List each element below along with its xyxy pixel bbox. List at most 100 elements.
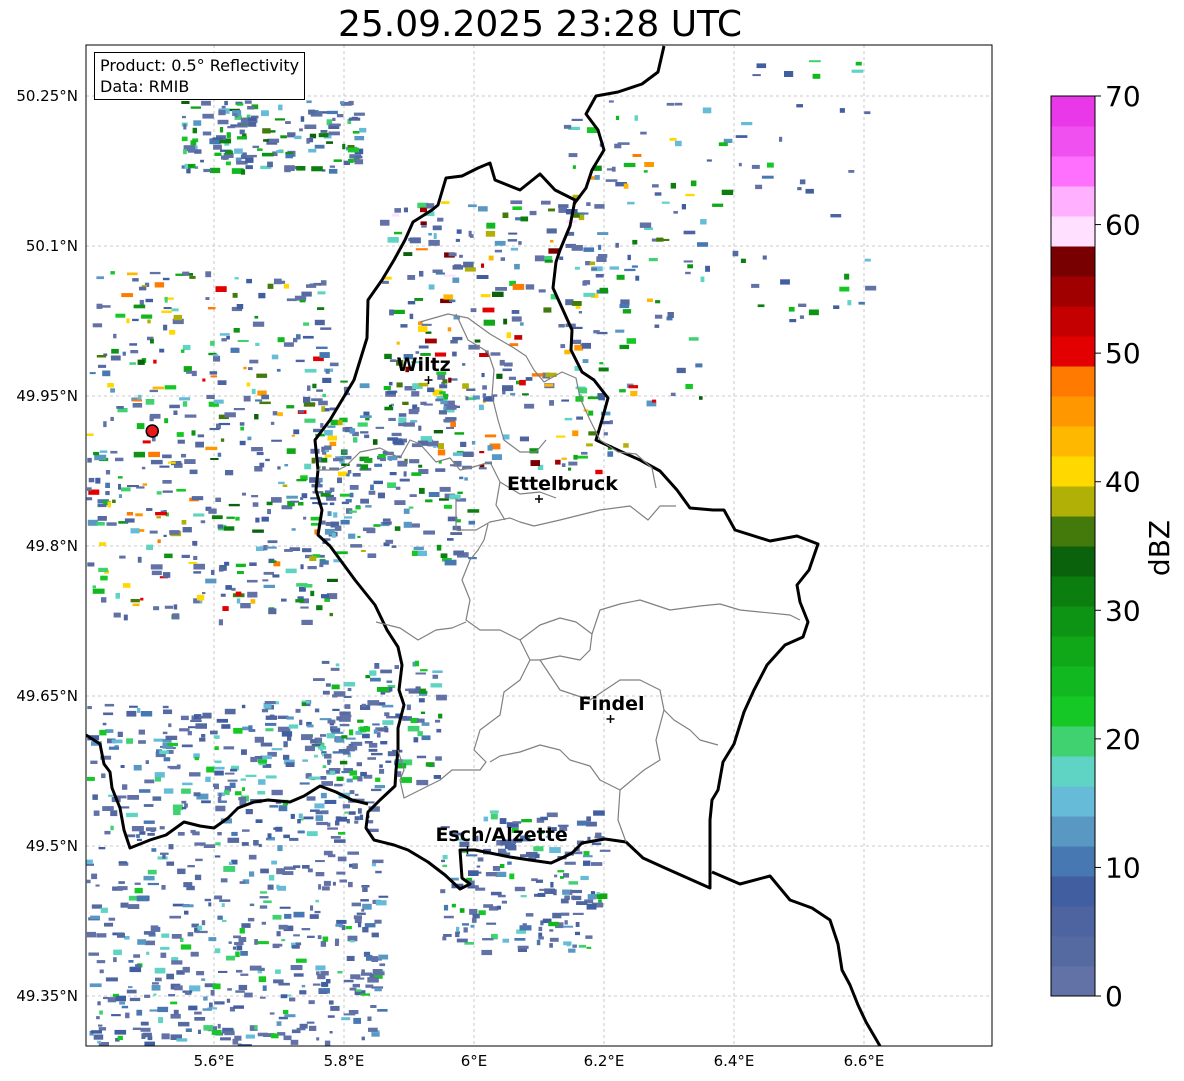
echo-cell xyxy=(136,1009,143,1016)
echo-cell xyxy=(144,940,155,946)
echo-cell xyxy=(332,881,336,886)
echo-cell xyxy=(181,101,190,104)
echo-cell xyxy=(163,324,168,331)
echo-cell xyxy=(261,516,269,522)
echo-cell xyxy=(421,722,430,726)
echo-cell xyxy=(486,922,497,925)
echo-cell xyxy=(207,307,216,310)
echo-cell xyxy=(460,441,467,447)
echo-cell xyxy=(502,368,512,372)
echo-cell xyxy=(215,805,226,812)
echo-cell xyxy=(139,831,146,835)
echo-cell xyxy=(568,153,578,158)
echo-cell xyxy=(87,562,95,567)
echo-cell xyxy=(205,446,218,451)
echo-cell xyxy=(214,948,221,954)
echo-cell xyxy=(538,289,546,293)
echo-cell xyxy=(139,789,151,793)
echo-cell xyxy=(303,816,314,820)
echo-cell xyxy=(146,951,150,955)
echo-cell xyxy=(110,416,114,421)
echo-cell xyxy=(360,549,366,552)
echo-cell xyxy=(177,832,185,836)
echo-cell xyxy=(572,895,582,901)
echo-cell xyxy=(316,389,323,392)
echo-cell xyxy=(87,457,92,463)
echo-cell xyxy=(416,755,427,759)
echo-cell xyxy=(623,183,629,189)
echo-cell xyxy=(666,102,674,106)
echo-cell xyxy=(700,276,705,283)
echo-cell xyxy=(586,443,593,447)
echo-cell xyxy=(383,386,391,391)
echo-cell xyxy=(243,366,247,370)
echo-cell xyxy=(217,380,227,385)
echo-cell xyxy=(436,694,447,701)
echo-cell xyxy=(564,417,573,421)
echo-cell xyxy=(328,768,341,771)
echo-cell xyxy=(219,127,224,133)
echo-cell xyxy=(357,719,364,723)
echo-cell xyxy=(248,117,257,121)
echo-cell xyxy=(572,944,577,948)
echo-cell xyxy=(522,923,527,927)
echo-cell xyxy=(299,586,306,592)
echo-cell xyxy=(455,238,460,242)
echo-cell xyxy=(201,734,206,738)
echo-cell xyxy=(352,131,360,134)
echo-cell xyxy=(233,727,243,734)
echo-cell xyxy=(631,265,638,268)
echo-cell xyxy=(154,772,165,778)
echo-cell xyxy=(391,432,402,437)
echo-cell xyxy=(342,143,346,150)
echo-cell xyxy=(491,454,502,460)
echo-cell xyxy=(587,894,597,900)
echo-cell xyxy=(144,779,155,784)
echo-cell xyxy=(315,899,320,903)
x-tick-label: 6.2°E xyxy=(584,1052,625,1070)
echo-cell xyxy=(299,782,310,785)
echo-cell xyxy=(188,164,193,167)
echo-cell xyxy=(706,159,712,162)
echo-cell xyxy=(169,329,176,335)
echo-cell xyxy=(152,796,162,801)
echo-cell xyxy=(502,938,510,943)
echo-cell xyxy=(343,682,356,687)
echo-cell xyxy=(619,303,630,309)
echo-cell xyxy=(193,513,205,517)
echo-cell xyxy=(115,995,126,1002)
echo-cell xyxy=(176,1038,188,1042)
colorbar-tick-label: 70 xyxy=(1105,80,1141,113)
echo-cell xyxy=(221,338,227,342)
echo-cell xyxy=(477,857,484,862)
echo-cell xyxy=(619,389,626,393)
echo-cell xyxy=(439,391,446,395)
echo-cell xyxy=(362,733,370,739)
echo-cell xyxy=(381,704,394,708)
echo-cell xyxy=(183,882,193,888)
colorbar-tick-label: 50 xyxy=(1105,337,1141,370)
colorbar-segment xyxy=(1051,666,1095,697)
echo-cell xyxy=(583,247,595,252)
echo-cell xyxy=(152,982,159,985)
echo-cell xyxy=(585,935,593,939)
echo-cell xyxy=(847,300,852,306)
echo-cell xyxy=(363,887,368,892)
echo-cell xyxy=(180,944,192,950)
echo-cell xyxy=(520,216,529,222)
echo-cell xyxy=(514,938,526,941)
echo-cell xyxy=(582,855,593,858)
echo-cell xyxy=(238,984,248,991)
echo-cell xyxy=(267,283,274,289)
echo-cell xyxy=(193,571,202,574)
echo-cell xyxy=(354,816,360,821)
echo-cell xyxy=(568,461,578,466)
echo-cell xyxy=(501,900,507,904)
echo-cell xyxy=(387,482,396,488)
echo-cell xyxy=(359,814,364,820)
echo-cell xyxy=(442,379,448,384)
echo-cell xyxy=(301,984,306,988)
echo-cell xyxy=(779,136,783,142)
echo-cell xyxy=(271,497,282,503)
echo-cell xyxy=(187,865,195,868)
